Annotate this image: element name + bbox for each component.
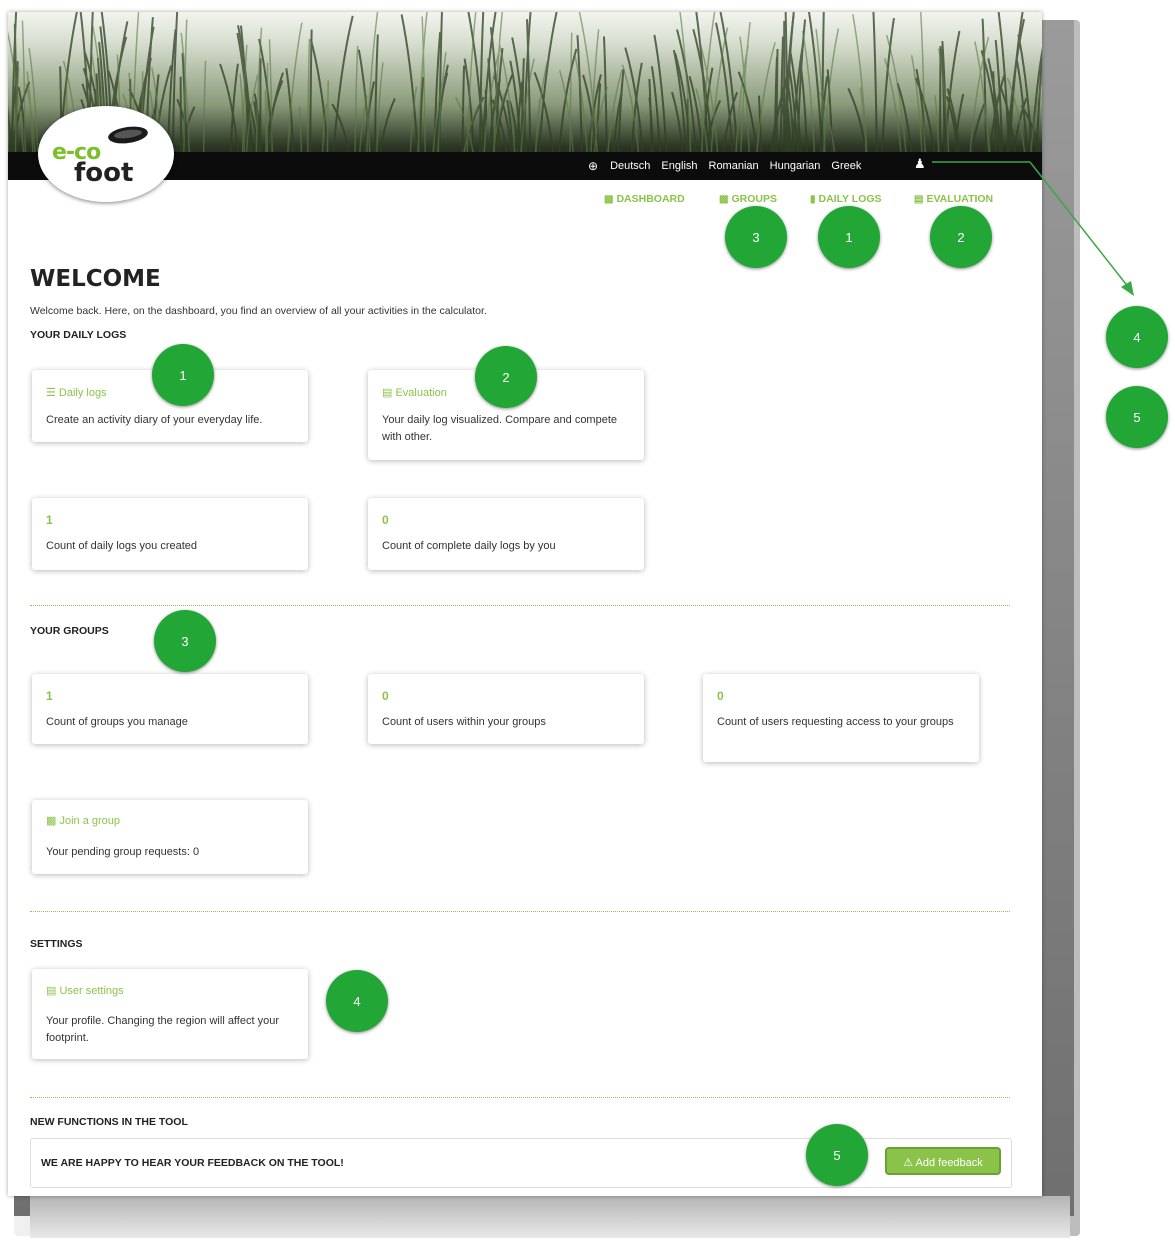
annotation-badge-groups: 3 xyxy=(154,610,216,672)
annotation-badge-settings: 4 xyxy=(326,970,388,1032)
annotation-badge-side-4: 4 xyxy=(1106,306,1168,368)
annotation-badge-side-5: 5 xyxy=(1106,386,1168,448)
annotation-badge-nav-groups: 3 xyxy=(725,206,787,268)
annotation-badge-nav-evaluation: 2 xyxy=(930,206,992,268)
annotation-badge-card-evaluation: 2 xyxy=(475,346,537,408)
annotation-badge-nav-daily-logs: 1 xyxy=(818,206,880,268)
annotation-badge-card-daily-logs: 1 xyxy=(152,344,214,406)
annotation-badge-feedback: 5 xyxy=(806,1124,868,1186)
